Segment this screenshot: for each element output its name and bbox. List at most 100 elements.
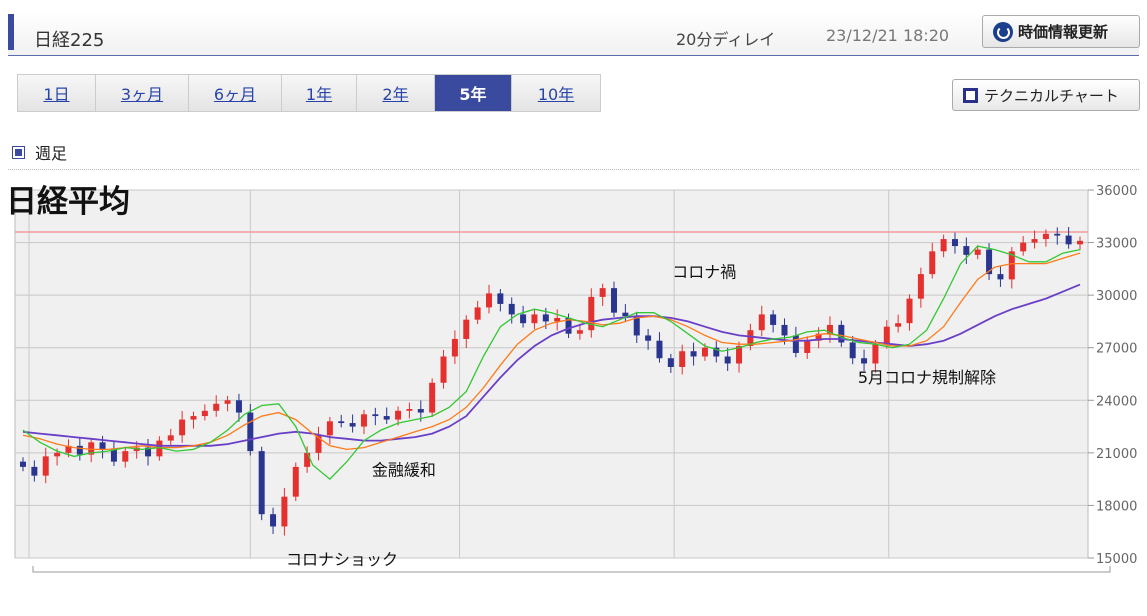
- tab-1d[interactable]: 1日: [18, 75, 96, 111]
- y-tick-label: 24000: [1096, 394, 1137, 409]
- candle-body: [781, 324, 788, 336]
- candle-body: [906, 298, 913, 324]
- y-tick-label: 18000: [1096, 499, 1137, 514]
- candle-body: [190, 416, 197, 420]
- annotation-label: コロナショック: [286, 550, 398, 569]
- tab-3m[interactable]: 3ヶ月: [96, 75, 189, 111]
- y-axis: 15000 18000 21000 24000 27000 30000 33000 36000: [1088, 184, 1137, 567]
- candle-body: [224, 400, 231, 404]
- candle-body: [474, 307, 481, 320]
- candle-body: [599, 288, 606, 297]
- candle-body: [951, 239, 958, 247]
- candle-body: [167, 435, 174, 441]
- candle-body: [1065, 235, 1072, 245]
- candle-body: [463, 319, 470, 339]
- candle-body: [554, 317, 561, 322]
- candle-body: [304, 452, 311, 467]
- candle-body: [122, 451, 129, 462]
- candle-body: [497, 293, 504, 304]
- candle-body: [1054, 233, 1061, 236]
- candle-body: [326, 421, 333, 436]
- annotation-label: 5月コロナ規制解除: [858, 368, 996, 387]
- candle-body: [258, 451, 265, 515]
- candle-body: [235, 400, 242, 413]
- candle-body: [1077, 240, 1083, 245]
- candle-body: [349, 423, 356, 427]
- candlestick-chart: 15000 18000 21000 24000 27000 30000 33000 36000…: [14, 184, 1137, 573]
- candle-body: [1031, 239, 1038, 243]
- candle-body: [247, 412, 254, 452]
- candle-body: [963, 246, 970, 255]
- candle-body: [770, 314, 777, 325]
- candle-body: [701, 347, 708, 357]
- candle-body: [42, 456, 49, 476]
- refresh-icon: [993, 21, 1013, 42]
- candle-body: [872, 344, 879, 364]
- candle-body: [406, 409, 413, 411]
- candle-body: [883, 326, 890, 345]
- timestamp: 23/12/21 18:20: [826, 26, 950, 45]
- candle-body: [645, 335, 652, 341]
- candle-body: [792, 335, 799, 353]
- page-header: 日経225 20分ディレイ 23/12/21 18:20 時価情報更新: [8, 12, 1140, 56]
- candle-body: [611, 288, 618, 313]
- candle-body: [485, 293, 492, 308]
- candle-body: [508, 303, 515, 315]
- candle-body: [929, 251, 936, 275]
- page-title: 日経225: [34, 30, 105, 51]
- refresh-button[interactable]: 時価情報更新: [982, 15, 1140, 48]
- candle-body: [99, 442, 106, 450]
- y-tick-label: 36000: [1096, 184, 1137, 199]
- y-tick-label: 30000: [1096, 289, 1137, 304]
- candle-body: [531, 314, 538, 324]
- candle-body: [213, 403, 220, 411]
- chart-title: 日経平均: [6, 184, 130, 220]
- candle-body: [758, 314, 765, 331]
- candle-body: [917, 274, 924, 299]
- candle-body: [395, 410, 402, 420]
- tab-2y[interactable]: 2年: [357, 75, 435, 111]
- tab-5y[interactable]: 5年: [435, 75, 512, 111]
- candle-body: [417, 409, 424, 413]
- section-label: 週足: [35, 144, 68, 163]
- candle-body: [1042, 233, 1049, 240]
- candle-body: [76, 445, 83, 455]
- candle-body: [940, 239, 947, 252]
- delay-label: 20分ディレイ: [676, 30, 776, 49]
- candle-body: [20, 461, 26, 467]
- candle-body: [974, 249, 981, 255]
- refresh-label: 時価情報更新: [1018, 23, 1109, 41]
- header-accent-bar: [8, 14, 14, 50]
- candle-body: [724, 356, 731, 364]
- square-bullet-icon: [12, 145, 25, 159]
- y-tick-label: 21000: [1096, 447, 1137, 462]
- candle-body: [861, 358, 868, 364]
- candle-body: [429, 382, 436, 413]
- candle-body: [360, 414, 367, 427]
- candle-body: [179, 419, 186, 436]
- candle-body: [281, 496, 288, 527]
- y-tick-label: 27000: [1096, 342, 1137, 357]
- candle-body: [849, 342, 856, 359]
- candle-body: [690, 351, 697, 357]
- technical-chart-button[interactable]: テクニカルチャート: [952, 79, 1140, 111]
- y-tick-label: 15000: [1096, 552, 1137, 567]
- candle-body: [804, 340, 811, 353]
- technical-chart-label: テクニカルチャート: [984, 86, 1119, 105]
- candle-body: [270, 514, 277, 527]
- tab-1y[interactable]: 1年: [282, 75, 357, 111]
- tab-6m[interactable]: 6ヶ月: [189, 75, 282, 111]
- tab-10y[interactable]: 10年: [512, 75, 600, 111]
- candle-body: [997, 274, 1004, 280]
- candle-body: [451, 338, 458, 357]
- candle-body: [31, 466, 38, 476]
- candle-body: [667, 358, 674, 367]
- candle-body: [338, 421, 345, 424]
- candle-body: [372, 414, 379, 417]
- annotation-label: 金融緩和: [372, 461, 436, 480]
- candle-body: [520, 314, 527, 324]
- range-bracket: [32, 566, 1111, 573]
- candle-body: [292, 466, 299, 497]
- candle-body: [656, 340, 663, 359]
- candle-body: [622, 312, 629, 317]
